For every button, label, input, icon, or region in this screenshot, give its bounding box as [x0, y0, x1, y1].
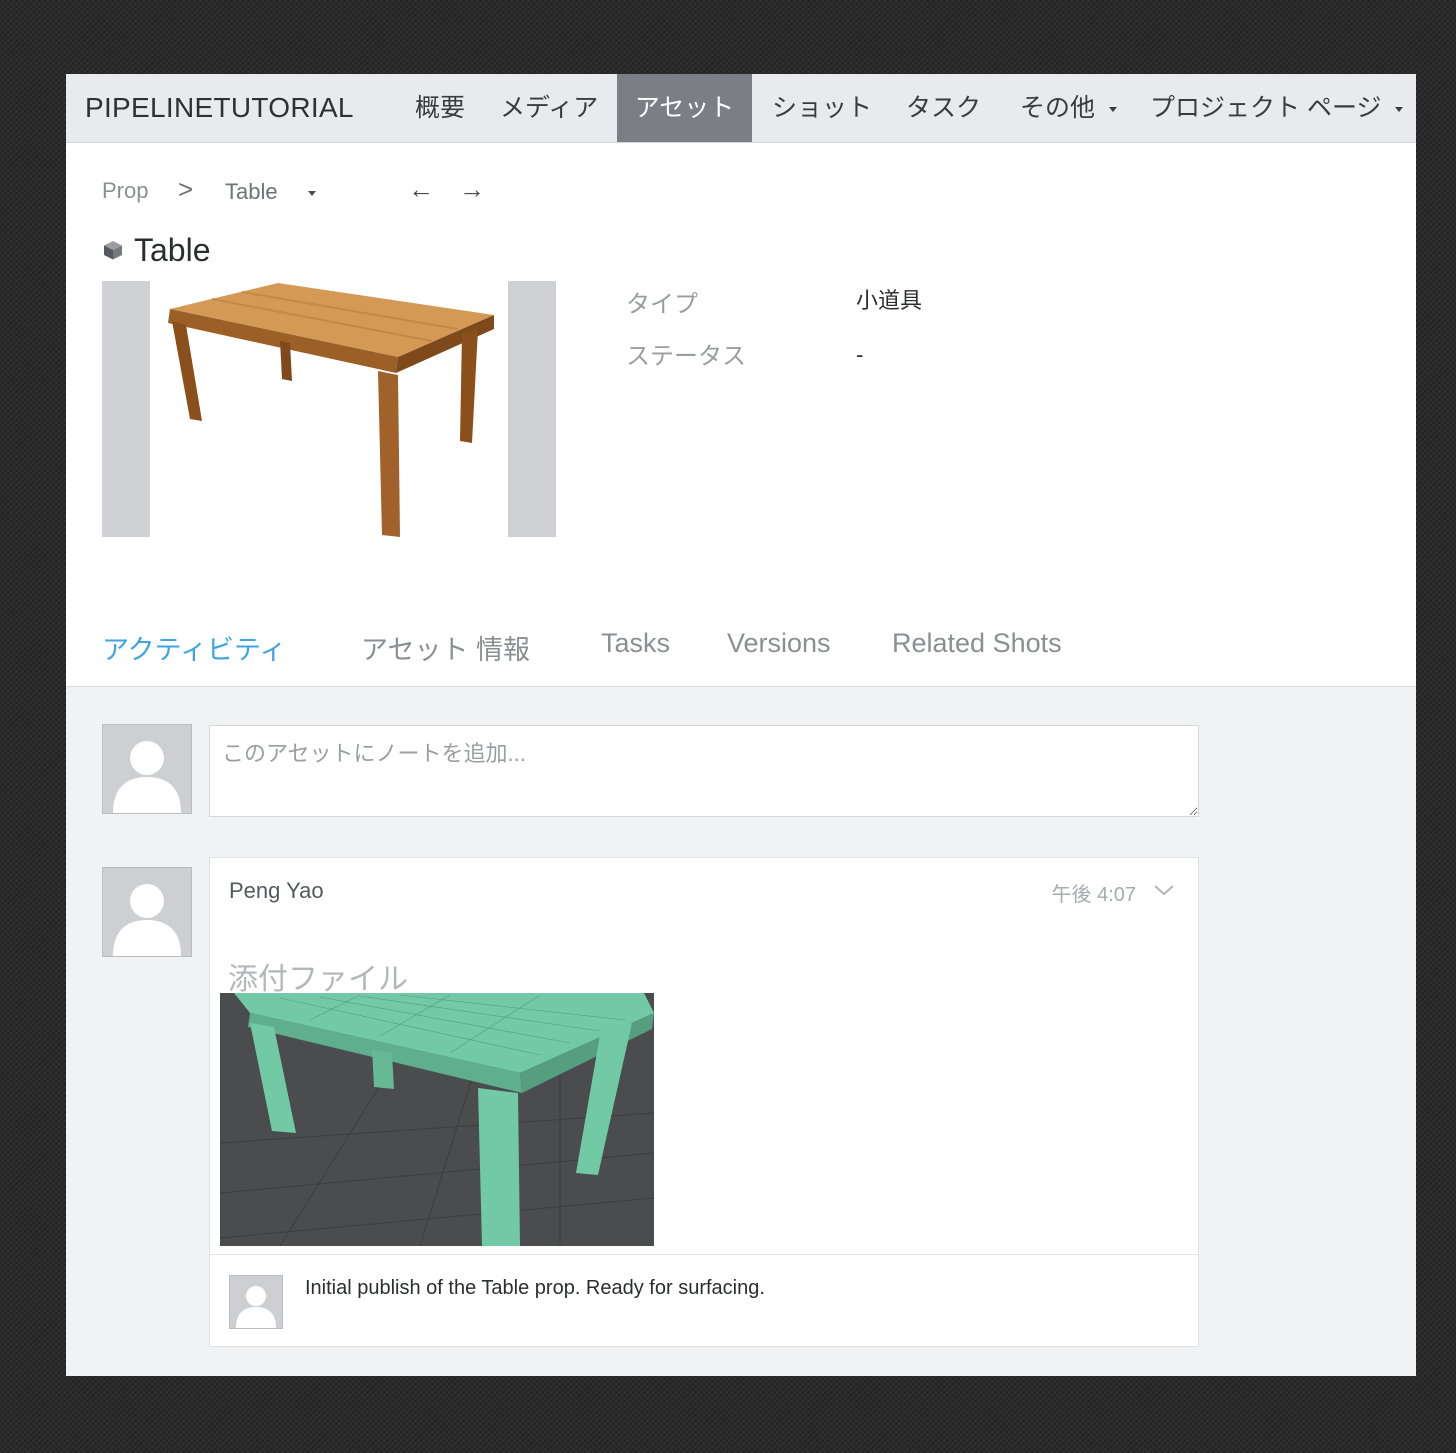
tab-tasks[interactable]: Tasks: [601, 628, 670, 659]
wireframe-table-render: [219, 993, 655, 1247]
attachment-thumbnail[interactable]: [219, 993, 655, 1247]
nav-tasks[interactable]: タスク: [906, 74, 981, 142]
breadcrumb-current[interactable]: Table: [225, 179, 316, 205]
note-input[interactable]: [209, 725, 1199, 817]
page-title: Table: [134, 231, 211, 268]
nav-other-label: その他: [1020, 94, 1096, 122]
caret-down-icon: [307, 190, 316, 196]
nav-project-pages-label: プロジェクト ページ: [1150, 94, 1382, 122]
tab-activity[interactable]: アクティビティ: [102, 628, 286, 667]
previous-arrow-icon[interactable]: ←: [408, 174, 434, 205]
user-silhouette-icon: [102, 867, 192, 957]
type-label: タイプ: [626, 291, 698, 318]
breadcrumb-current-label: Table: [225, 179, 278, 204]
asset-thumbnail[interactable]: [102, 281, 556, 537]
top-nav: PIPELINETUTORIAL 概要 メディア アセット ショット タスク そ…: [66, 74, 1416, 143]
app-window: PIPELINETUTORIAL 概要 メディア アセット ショット タスク そ…: [66, 74, 1416, 1376]
nav-assets[interactable]: アセット: [617, 74, 752, 142]
nav-other-dropdown[interactable]: その他: [1020, 74, 1118, 142]
activity-stream: Peng Yao 午後 4:07 添付ファイル: [66, 687, 1416, 1376]
nav-shots[interactable]: ショット: [772, 74, 872, 142]
chevron-down-icon[interactable]: [1152, 878, 1176, 902]
status-value[interactable]: -: [856, 342, 863, 368]
next-arrow-icon[interactable]: →: [459, 174, 485, 205]
status-label: ステータス: [626, 343, 746, 370]
activity-post: Peng Yao 午後 4:07 添付ファイル Initial publish …: [209, 857, 1199, 1347]
reply-text: Initial publish of the Table prop. Ready…: [305, 1277, 765, 1299]
detail-tabs: アクティビティ アセット 情報 Tasks Versions Related S…: [66, 614, 1416, 687]
table-photo: [168, 283, 494, 537]
nav-overview[interactable]: 概要: [415, 74, 465, 142]
title-row: Table: [102, 230, 211, 270]
tab-related-shots[interactable]: Related Shots: [892, 628, 1062, 659]
cube-icon: [104, 241, 122, 260]
tab-asset-info[interactable]: アセット 情報: [361, 628, 530, 667]
user-silhouette-icon: [229, 1275, 283, 1329]
post-reply: Initial publish of the Table prop. Ready…: [210, 1254, 1198, 1347]
post-author[interactable]: Peng Yao: [229, 878, 324, 904]
tab-versions[interactable]: Versions: [727, 628, 831, 659]
attachment-label: 添付ファイル: [228, 963, 408, 996]
caret-down-icon: [1395, 106, 1404, 112]
type-value[interactable]: 小道具: [856, 283, 922, 315]
nav-project-pages-dropdown[interactable]: プロジェクト ページ: [1150, 74, 1404, 142]
breadcrumb-parent[interactable]: Prop: [102, 178, 148, 204]
post-timestamp: 午後 4:07: [1051, 884, 1136, 906]
caret-down-icon: [1109, 106, 1118, 112]
nav-media[interactable]: メディア: [500, 74, 598, 142]
user-silhouette-icon: [102, 724, 192, 814]
breadcrumb-separator: >: [178, 174, 194, 204]
project-brand[interactable]: PIPELINETUTORIAL: [85, 74, 354, 142]
